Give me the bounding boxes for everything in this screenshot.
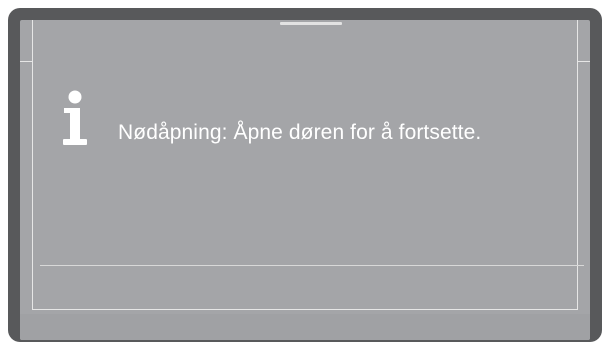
- top-indicator: [280, 22, 342, 25]
- display-screen: Nødåpning: Åpne døren for å fortsette.: [20, 20, 590, 340]
- separator-line: [40, 265, 584, 266]
- message-row: Nødåpning: Åpne døren for å fortsette.: [62, 90, 481, 148]
- bottom-band: [20, 314, 590, 340]
- frame-tick-right: [578, 61, 590, 62]
- emergency-open-message: Nødåpning: Åpne døren for å fortsette.: [118, 121, 482, 144]
- info-icon: [63, 90, 87, 145]
- frame-line-bottom: [32, 309, 578, 310]
- frame-line-left: [32, 20, 33, 310]
- frame-line-right: [577, 20, 578, 310]
- frame-tick-left: [20, 61, 32, 62]
